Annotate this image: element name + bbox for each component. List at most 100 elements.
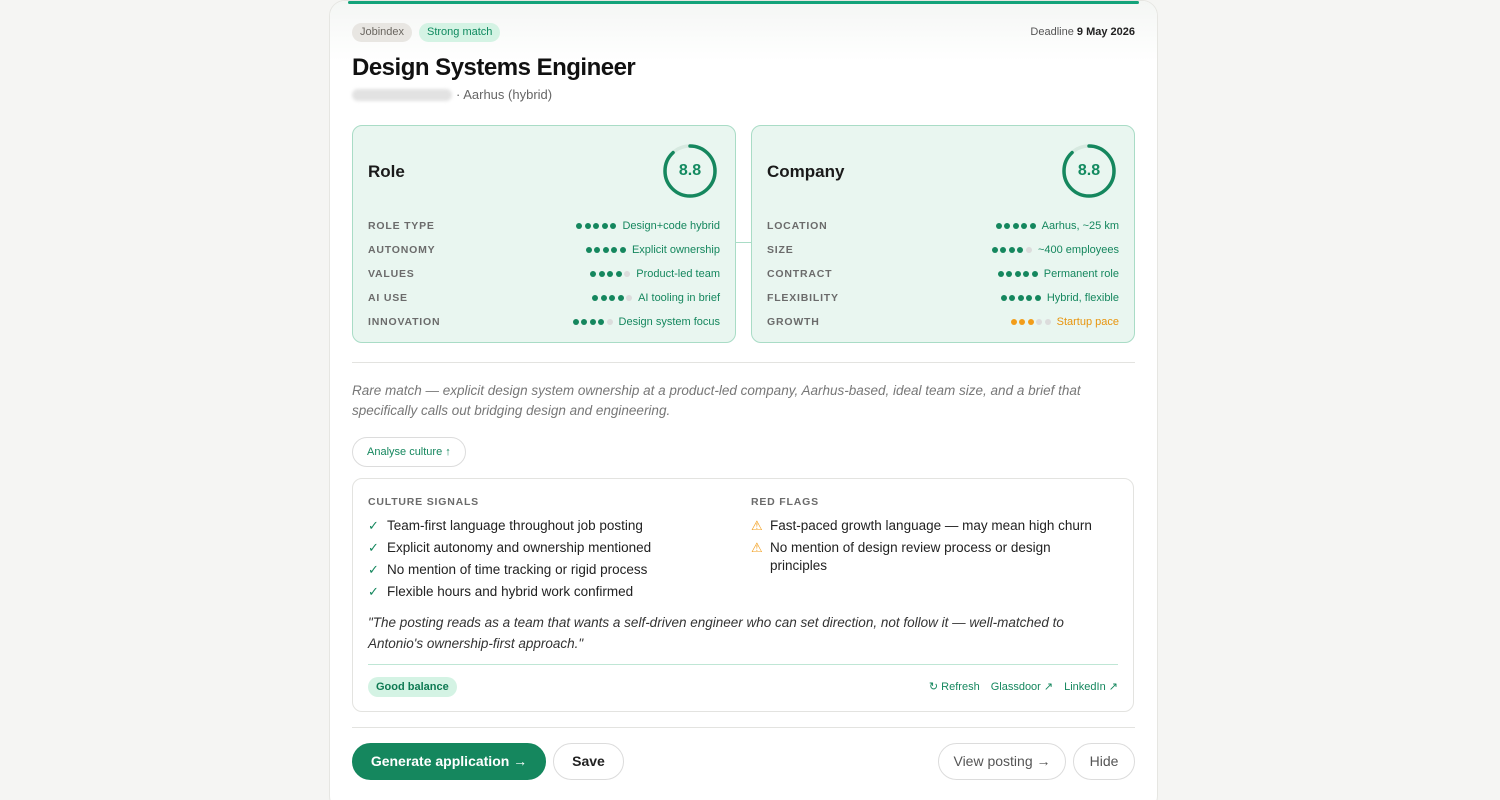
company-row-value: Hybrid, flexible [1046, 292, 1119, 304]
generate-application-button[interactable]: Generate application → [352, 743, 546, 780]
company-row-rating: Aarhus, ~25 km [995, 220, 1119, 232]
rating-dot [617, 295, 624, 301]
rating-dot [584, 223, 591, 229]
company-row: SIZE ~400 employees [767, 238, 1119, 262]
rating-dot [602, 247, 609, 253]
linkedin-link[interactable]: LinkedIn ↗ [1064, 680, 1118, 693]
rating-dot [1010, 319, 1017, 325]
role-row-value: Product-led team [636, 268, 720, 280]
culture-signal-text: Explicit autonomy and ownership mentione… [387, 540, 652, 555]
rating-dot [1017, 295, 1024, 301]
rating-dot [610, 223, 617, 229]
company-row-value: Permanent role [1043, 268, 1119, 280]
rating-dots [991, 247, 1032, 253]
rating-dot [1027, 319, 1034, 325]
rating-dot [624, 271, 631, 277]
role-row-rating: Product-led team [590, 268, 720, 280]
company-row-rating: Hybrid, flexible [1000, 292, 1119, 304]
rating-dot [1000, 247, 1007, 253]
company-row-value: Startup pace [1056, 316, 1119, 328]
rating-dot [615, 271, 622, 277]
culture-links: ↻ Refresh Glassdoor ↗ LinkedIn ↗ [929, 680, 1118, 693]
rating-dot [1025, 247, 1032, 253]
rating-dot [606, 319, 613, 325]
culture-separator [368, 664, 1118, 665]
rating-dot [609, 295, 616, 301]
rating-dot [576, 223, 583, 229]
actions-divider [352, 727, 1135, 728]
rating-dots [585, 247, 626, 253]
view-posting-button[interactable]: View posting → [938, 743, 1066, 780]
warning-icon: ⚠ [751, 518, 763, 533]
role-row-value: Design system focus [618, 316, 720, 328]
red-flag-item: ⚠ Fast-paced growth language — may mean h… [751, 517, 1111, 535]
company-score-ring: 8.8 [1061, 143, 1117, 199]
check-icon: ✓ [368, 584, 379, 599]
balance-badge: Good balance [368, 677, 457, 697]
hide-button[interactable]: Hide [1073, 743, 1135, 780]
red-flag-text: No mention of design review process or d… [770, 540, 1051, 573]
role-row-rating: AI tooling in brief [592, 292, 720, 304]
rating-dot [619, 247, 626, 253]
save-button[interactable]: Save [553, 743, 624, 780]
company-row: FLEXIBILITY Hybrid, flexible [767, 286, 1119, 310]
culture-signal-item: ✓ No mention of time tracking or rigid pr… [368, 561, 728, 579]
company-rows: LOCATION Aarhus, ~25 km SIZE ~400 employees… [767, 214, 1119, 334]
glassdoor-link[interactable]: Glassdoor ↗ [991, 680, 1053, 693]
company-panel-title: Company [767, 162, 845, 181]
analyse-culture-button[interactable]: Analyse culture ↑ [352, 437, 466, 467]
match-summary: Rare match — explicit design system owne… [352, 383, 1081, 418]
rating-dot [593, 223, 600, 229]
panel-connector [736, 242, 751, 243]
rating-dot [598, 271, 605, 277]
role-row-value: AI tooling in brief [638, 292, 720, 304]
rating-dot [600, 295, 607, 301]
company-name-redacted [352, 88, 452, 101]
company-panel: Company 8.8 LOCATION Aarhus, ~25 km SIZE ~4… [751, 125, 1135, 343]
role-row-label: AI USE [368, 292, 408, 304]
match-badge: Strong match [419, 23, 501, 42]
source-badge: Jobindex [352, 23, 413, 42]
role-panel: Role 8.8 ROLE TYPE Design+code hybrid AUTO… [352, 125, 736, 343]
company-row-label: FLEXIBILITY [767, 292, 839, 304]
deadline: Deadline 9 May 2026 [1030, 26, 1135, 38]
rating-dot [592, 295, 599, 301]
company-row-label: LOCATION [767, 220, 828, 232]
red-flags-heading: RED FLAGS [751, 496, 819, 508]
rating-dot [1036, 319, 1043, 325]
culture-signal-item: ✓ Explicit autonomy and ownership mention… [368, 539, 728, 557]
rating-dot [1044, 319, 1051, 325]
refresh-link[interactable]: ↻ Refresh [929, 680, 980, 693]
rating-dots [590, 271, 631, 277]
rating-dot [598, 319, 605, 325]
rating-dots [1000, 295, 1041, 301]
rating-dot [1004, 223, 1011, 229]
rating-dot [1029, 223, 1036, 229]
rating-dot [1026, 295, 1033, 301]
culture-signal-item: ✓ Flexible hours and hybrid work confirme… [368, 583, 728, 601]
company-row-rating: Startup pace [1010, 316, 1119, 328]
role-row-label: VALUES [368, 268, 415, 280]
job-title: Design Systems Engineer [352, 54, 636, 81]
role-panel-title: Role [368, 162, 405, 181]
role-score-value: 8.8 [678, 162, 702, 179]
rating-dot [589, 319, 596, 325]
company-row: LOCATION Aarhus, ~25 km [767, 214, 1119, 238]
deadline-date: 9 May 2026 [1076, 26, 1135, 38]
role-row-label: ROLE TYPE [368, 220, 435, 232]
rating-dot [572, 319, 579, 325]
rating-dot [1021, 223, 1028, 229]
rating-dot [1019, 319, 1026, 325]
role-row: AUTONOMY Explicit ownership [368, 238, 720, 262]
rating-dot [626, 295, 633, 301]
rating-dot [601, 223, 608, 229]
rating-dot [1017, 247, 1024, 253]
rating-dots [997, 271, 1038, 277]
warning-icon: ⚠ [751, 540, 763, 555]
role-row-rating: Explicit ownership [585, 244, 720, 256]
rating-dot [1012, 223, 1019, 229]
rating-dots [995, 223, 1036, 229]
role-row-rating: Design+code hybrid [576, 220, 720, 232]
company-row-label: CONTRACT [767, 268, 833, 280]
role-row: INNOVATION Design system focus [368, 310, 720, 334]
